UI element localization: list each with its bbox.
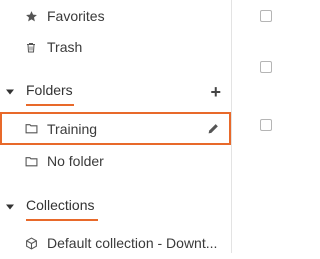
plus-icon[interactable]: + (210, 83, 221, 101)
folder-label: No folder (47, 153, 104, 169)
folders-underline (26, 104, 74, 106)
folder-icon (24, 154, 38, 168)
folder-icon (24, 122, 38, 136)
star-icon (24, 9, 38, 23)
caret-down-icon[interactable] (6, 89, 14, 95)
collections-title: Collections (26, 197, 95, 213)
row-checkbox[interactable] (260, 119, 272, 131)
items-list (232, 0, 278, 253)
folders-section-header[interactable]: Folders + (0, 78, 231, 106)
collection-item-default[interactable]: Default collection - Downt... (0, 227, 231, 259)
collection-label: Default collection - Downt... (47, 235, 218, 251)
trash-icon (24, 40, 38, 54)
sidebar-item-label: Trash (47, 39, 83, 55)
collections-underline (26, 219, 98, 221)
sidebar-item-favorites[interactable]: Favorites (0, 0, 231, 32)
pencil-icon[interactable] (207, 122, 221, 136)
caret-down-icon[interactable] (6, 204, 14, 210)
folder-item-training[interactable]: Training (0, 112, 231, 145)
folders-title: Folders (26, 82, 73, 98)
cube-icon (24, 236, 38, 250)
row-checkbox[interactable] (260, 10, 272, 22)
vault-sidebar: Favorites Trash Folders + Training No fo… (0, 0, 231, 253)
row-checkbox[interactable] (260, 61, 272, 73)
folder-item-no-folder[interactable]: No folder (0, 145, 231, 177)
collections-section-header[interactable]: Collections (0, 193, 231, 221)
sidebar-item-label: Favorites (47, 8, 105, 24)
sidebar-item-trash[interactable]: Trash (0, 31, 231, 63)
folder-label: Training (47, 120, 98, 137)
